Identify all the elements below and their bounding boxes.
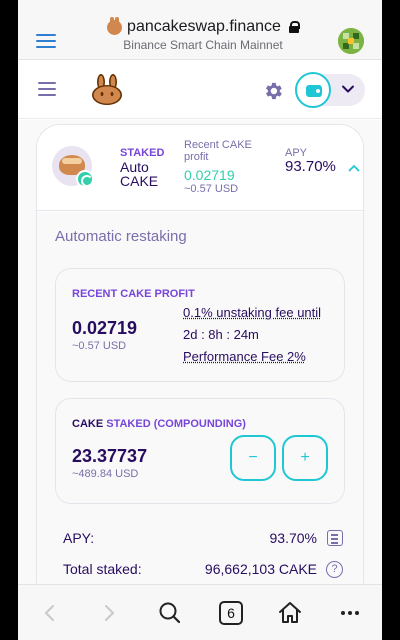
- url-domain: pancakeswap.finance: [127, 18, 281, 35]
- calculator-icon[interactable]: [327, 530, 343, 546]
- chevron-down-icon[interactable]: [341, 82, 355, 96]
- more-icon[interactable]: [336, 599, 364, 627]
- apy-value: 93.70%: [285, 158, 336, 175]
- help-icon[interactable]: ?: [326, 561, 343, 578]
- gear-icon[interactable]: [262, 80, 284, 102]
- fee-countdown: 2d : 8h : 24m: [183, 327, 259, 342]
- lock-icon: [288, 21, 300, 33]
- recent-profit-value: 0.02719: [184, 167, 235, 183]
- pool-card-details: Automatic restaking RECENT CAKE PROFIT 0…: [37, 212, 363, 584]
- staked-panel: CAKE STAKED (COMPOUNDING) 23.37737 ~489.…: [55, 398, 345, 504]
- unstaking-fee-link[interactable]: 0.1% unstaking fee until: [183, 305, 321, 320]
- avatar[interactable]: [338, 28, 364, 54]
- main-content: STAKED Auto CAKE Recent CAKE profit 0.02…: [18, 120, 382, 584]
- phone-screen: pancakeswap.finance Binance Smart Chain …: [18, 0, 382, 640]
- tabs-count: 6: [219, 601, 243, 625]
- wallet-menu[interactable]: [295, 72, 365, 108]
- pool-card: STAKED Auto CAKE Recent CAKE profit 0.02…: [36, 124, 364, 584]
- recent-profit-panel: RECENT CAKE PROFIT 0.02719 ~0.57 USD 0.1…: [55, 268, 345, 382]
- menu-icon[interactable]: [38, 82, 56, 96]
- total-staked-value: 96,662,103 CAKE: [204, 561, 317, 577]
- search-icon[interactable]: [156, 599, 184, 627]
- url-display[interactable]: pancakeswap.finance Binance Smart Chain …: [88, 16, 318, 52]
- recent-profit-label: Recent CAKE profit: [184, 139, 252, 163]
- back-icon[interactable]: [36, 599, 64, 627]
- profit-value: 0.02719: [72, 318, 138, 338]
- total-staked-row: Total staked: 96,662,103 CAKE ?: [63, 561, 343, 581]
- unstake-button[interactable]: −: [230, 435, 276, 481]
- staked-token-label: CAKE: [72, 418, 104, 430]
- app-header: [18, 61, 382, 119]
- total-staked-label: Total staked:: [63, 561, 142, 577]
- staked-value: 23.37737: [72, 446, 148, 466]
- staked-tag: STAKED: [120, 147, 165, 159]
- site-favicon-icon: [107, 16, 123, 35]
- refresh-icon: [76, 170, 94, 188]
- home-icon[interactable]: [276, 599, 304, 627]
- profit-panel-label: RECENT CAKE PROFIT: [72, 288, 195, 300]
- chevron-up-icon[interactable]: [348, 163, 360, 173]
- tabs-icon[interactable]: 6: [217, 599, 245, 627]
- performance-fee-link[interactable]: Performance Fee 2%: [183, 349, 306, 364]
- staked-label-rest: STAKED (COMPOUNDING): [103, 418, 246, 430]
- bunny-logo-icon[interactable]: [90, 73, 124, 107]
- cake-token-icon: [52, 146, 94, 188]
- browser-toolbar: 6: [18, 584, 382, 640]
- stake-more-button[interactable]: +: [282, 435, 328, 481]
- profit-usd: ~0.57 USD: [72, 340, 127, 352]
- network-label: Binance Smart Chain Mainnet: [123, 38, 283, 52]
- section-title: Automatic restaking: [55, 228, 187, 245]
- wallet-icon[interactable]: [295, 72, 331, 108]
- apy-row-value: 93.70%: [269, 530, 317, 546]
- pool-name: Auto CAKE: [120, 159, 159, 189]
- apy-row-label: APY:: [63, 530, 95, 546]
- pool-card-header[interactable]: STAKED Auto CAKE Recent CAKE profit 0.02…: [37, 125, 363, 211]
- recent-profit-usd: ~0.57 USD: [184, 183, 239, 195]
- staked-usd: ~489.84 USD: [72, 468, 139, 480]
- browser-address-bar: pancakeswap.finance Binance Smart Chain …: [18, 0, 382, 60]
- apy-row: APY: 93.70%: [63, 530, 343, 550]
- staked-panel-label: CAKE STAKED (COMPOUNDING): [72, 418, 246, 430]
- browser-menu-icon[interactable]: [36, 34, 56, 48]
- forward-icon[interactable]: [95, 599, 123, 627]
